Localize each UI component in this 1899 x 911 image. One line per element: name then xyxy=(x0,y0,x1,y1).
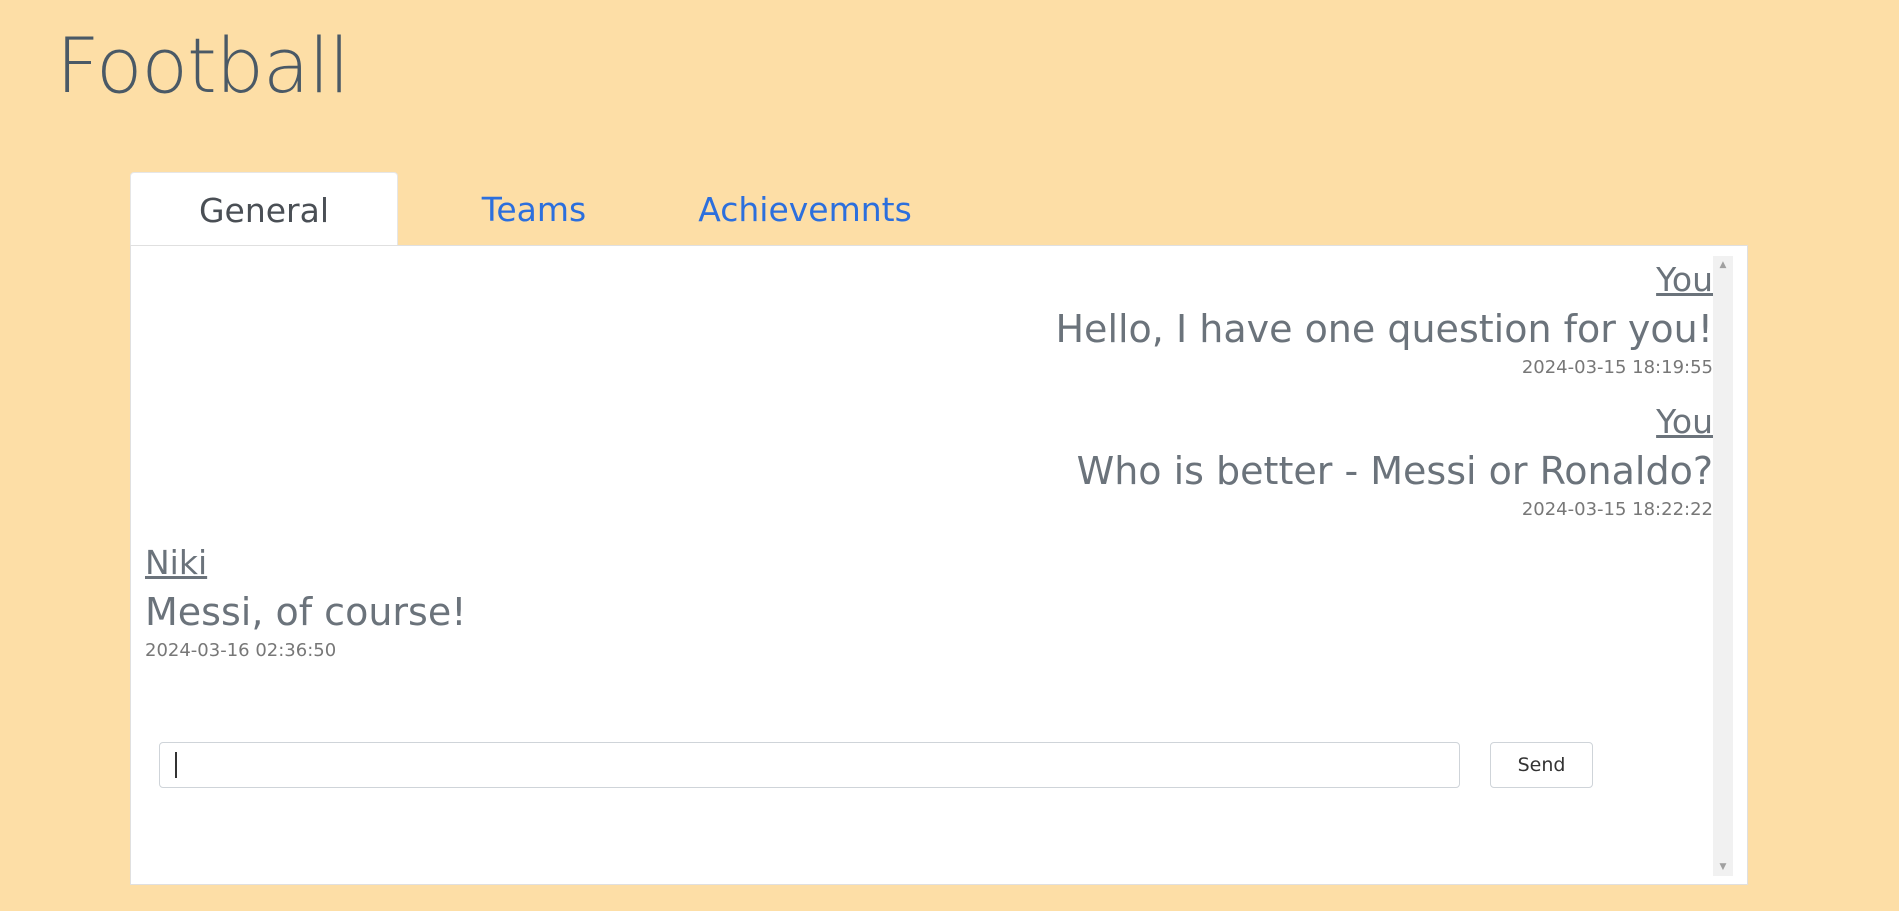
text-caret xyxy=(175,752,177,778)
message-text: Who is better - Messi or Ronaldo? xyxy=(1076,449,1713,493)
vertical-scrollbar[interactable]: ▲ ▼ xyxy=(1713,256,1733,876)
message-author-link[interactable]: You xyxy=(145,258,1713,302)
message-item: You Who is better - Messi or Ronaldo? 20… xyxy=(145,400,1713,522)
triangle-up-icon[interactable]: ▲ xyxy=(1713,258,1733,272)
message-text: Hello, I have one question for you! xyxy=(1055,307,1713,351)
triangle-down-icon[interactable]: ▼ xyxy=(1713,860,1733,874)
message-input[interactable] xyxy=(159,742,1460,788)
tab-bar: General Teams Achievemnts xyxy=(130,172,940,247)
message-text: Messi, of course! xyxy=(145,590,467,634)
message-author-link[interactable]: You xyxy=(145,400,1713,444)
message-item: You Hello, I have one question for you! … xyxy=(145,258,1713,380)
message-timestamp: 2024-03-15 18:22:22 xyxy=(1521,499,1713,520)
tab-general[interactable]: General xyxy=(130,172,398,247)
message-author-link[interactable]: Niki xyxy=(145,541,1713,585)
chat-panel: You Hello, I have one question for you! … xyxy=(130,245,1748,885)
message-item: Niki Messi, of course! 2024-03-16 02:36:… xyxy=(145,541,1713,663)
send-button[interactable]: Send xyxy=(1490,742,1593,788)
message-composer: Send xyxy=(159,742,1599,790)
message-list: You Hello, I have one question for you! … xyxy=(145,246,1713,884)
tab-achievements[interactable]: Achievemnts xyxy=(670,172,940,246)
tab-teams[interactable]: Teams xyxy=(398,172,670,246)
page-title: Football xyxy=(56,21,350,110)
message-timestamp: 2024-03-15 18:19:55 xyxy=(1521,357,1713,378)
message-timestamp: 2024-03-16 02:36:50 xyxy=(145,640,337,661)
